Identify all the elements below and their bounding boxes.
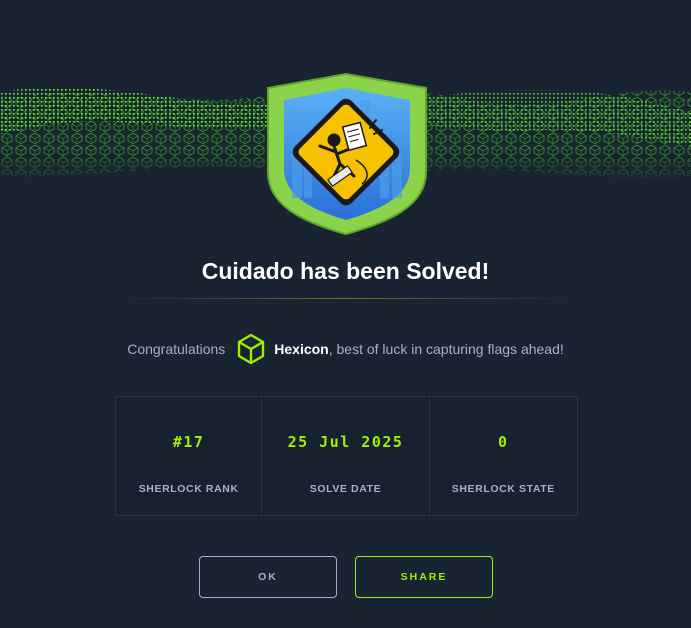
congrats-suffix: , best of luck in capturing flags ahead! (328, 341, 564, 357)
solved-banner (0, 72, 691, 236)
stat-solve-date-label: SOLVE DATE (309, 483, 382, 495)
stat-state-label: SHERLOCK STATE (451, 483, 555, 495)
dialog-title: Cuidado has been Solved! (201, 258, 490, 284)
share-button[interactable]: SHARE (355, 556, 493, 598)
stat-solve-date: 25 Jul 2025 SOLVE DATE (262, 397, 430, 515)
congrats-prefix: Congratulations (127, 341, 226, 357)
ok-button[interactable]: OK (199, 556, 337, 598)
stat-rank-label: SHERLOCK RANK (138, 483, 239, 495)
stat-rank: #17 SHERLOCK RANK (116, 397, 263, 515)
stat-rank-value: #17 (172, 433, 205, 451)
green-cube-icon (238, 333, 265, 365)
stat-solve-date-value: 25 Jul 2025 (287, 433, 404, 451)
username: Hexicon (274, 341, 329, 357)
title-divider (118, 298, 573, 299)
stats-panel: #17 SHERLOCK RANK 25 Jul 2025 SOLVE DATE… (115, 396, 578, 516)
stat-state-value: 0 (498, 433, 509, 451)
stat-state: 0 SHERLOCK STATE (430, 397, 577, 515)
congrats-message: Congratulations Hexicon , best of luck i… (0, 330, 691, 368)
sherlock-badge-icon (267, 72, 427, 236)
solved-dialog: Cuidado has been Solved! Congratulations… (0, 0, 691, 628)
